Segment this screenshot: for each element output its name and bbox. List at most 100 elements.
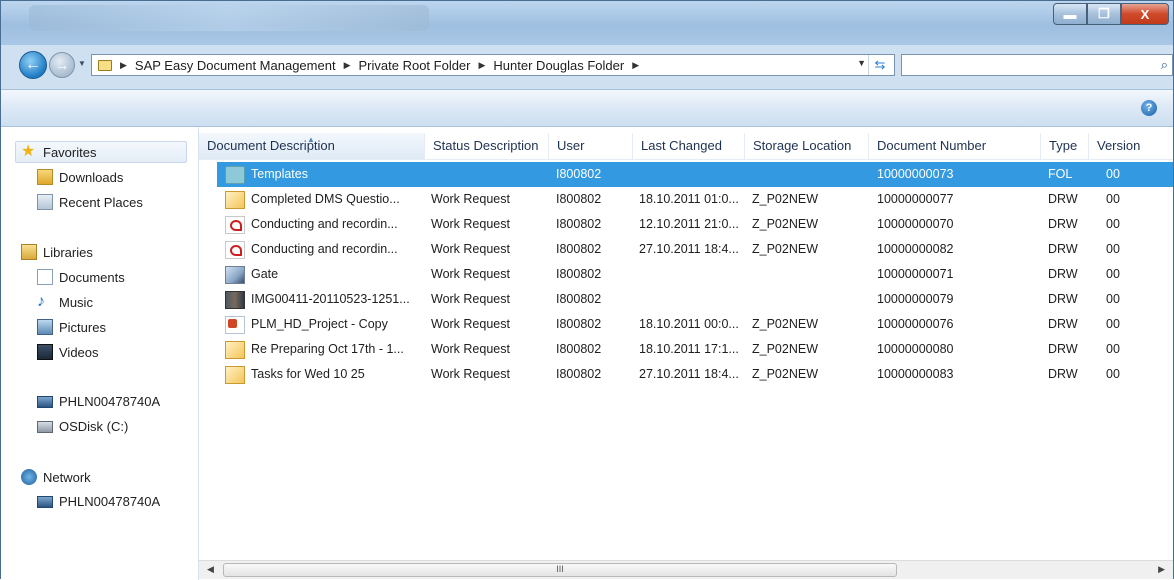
cell-status: Work Request: [431, 292, 510, 306]
cell-last-changed: [639, 287, 757, 312]
breadcrumb-item[interactable]: Private Root Folder: [359, 58, 471, 73]
sidebar-item-label: Network: [43, 469, 91, 485]
cell-storage-location: [752, 287, 872, 312]
address-bar[interactable]: ▶ SAP Easy Document Management ▶ Private…: [91, 54, 895, 76]
cell-last-changed: [639, 262, 757, 287]
sidebar-item-favorites[interactable]: ★ Favorites: [21, 144, 96, 160]
window-controls: ▬ ❐ X: [1053, 3, 1169, 25]
sidebar-item-videos[interactable]: Videos: [37, 344, 99, 360]
file-list: ▲ Document Description Status Description…: [199, 127, 1173, 580]
cell-type: DRW: [1048, 192, 1078, 206]
close-button[interactable]: X: [1121, 3, 1169, 25]
chevron-right-icon[interactable]: ▶: [632, 60, 639, 71]
recent-pages-dropdown[interactable]: ▼: [78, 59, 88, 69]
table-row[interactable]: Conducting and recordin... Work Request I8…: [217, 237, 1173, 262]
cell-user: I800802: [556, 267, 602, 281]
table-row[interactable]: Gate Work Request I800802 10000000071 DRW 00: [217, 262, 1173, 287]
cell-type: FOL: [1048, 167, 1073, 181]
minimize-button[interactable]: ▬: [1053, 3, 1087, 25]
window-title-area: [29, 5, 429, 31]
horizontal-scrollbar[interactable]: ◀ III ▶: [199, 560, 1173, 579]
sidebar-item-label: Pictures: [59, 319, 106, 335]
scroll-right-icon[interactable]: ▶: [1158, 564, 1165, 575]
address-dropdown-icon[interactable]: ▼: [857, 58, 866, 68]
computer-icon: [37, 395, 53, 408]
column-header-description[interactable]: ▲ Document Description: [199, 133, 425, 159]
table-row[interactable]: Templates I800802 10000000073 FOL 00: [217, 162, 1173, 187]
sidebar-item-pictures[interactable]: Pictures: [37, 319, 106, 335]
back-button[interactable]: ←: [19, 51, 47, 79]
computer-icon: [37, 495, 53, 508]
sidebar-item-network[interactable]: Network: [21, 469, 91, 485]
cell-last-changed: 27.10.2011 18:4...: [639, 367, 739, 381]
pdf-icon: [225, 241, 245, 259]
folder-icon: [225, 166, 245, 184]
sidebar-item-computer[interactable]: PHLN00478740A: [37, 394, 160, 409]
command-bar: ?: [1, 89, 1173, 127]
sidebar-item-recent-places[interactable]: Recent Places: [37, 194, 143, 210]
search-icon[interactable]: ⌕: [1161, 57, 1168, 73]
cell-last-changed: 18.10.2011 01:0...: [639, 192, 739, 206]
table-row[interactable]: Completed DMS Questio... Work Request I800…: [217, 187, 1173, 212]
column-header-version[interactable]: Version: [1089, 133, 1173, 159]
cell-status: Work Request: [431, 242, 510, 256]
scrollbar-thumb[interactable]: III: [223, 563, 897, 577]
column-header-status[interactable]: Status Description: [425, 133, 549, 159]
cell-version: 00: [1106, 167, 1120, 181]
breadcrumb-item[interactable]: SAP Easy Document Management: [135, 58, 336, 73]
cell-document-number: 10000000071: [877, 267, 954, 281]
sidebar-item-label: PHLN00478740A: [59, 394, 161, 409]
cell-status: Work Request: [431, 367, 510, 381]
sidebar-item-downloads[interactable]: Downloads: [37, 169, 123, 185]
cell-version: 00: [1106, 342, 1120, 356]
cell-description: PLM_HD_Project - Copy: [251, 317, 388, 331]
help-icon[interactable]: ?: [1141, 100, 1157, 116]
chevron-right-icon[interactable]: ▶: [120, 60, 127, 71]
cell-description: Completed DMS Questio...: [251, 192, 400, 206]
column-header-type[interactable]: Type: [1041, 133, 1089, 159]
music-icon: ♪: [37, 293, 45, 310]
table-row[interactable]: Tasks for Wed 10 25 Work Request I800802 27…: [217, 362, 1173, 387]
mail-icon: [225, 191, 245, 209]
cell-status: Work Request: [431, 267, 510, 281]
sidebar-item-documents[interactable]: Documents: [37, 269, 125, 285]
cell-type: DRW: [1048, 242, 1078, 256]
cell-last-changed: 18.10.2011 00:0...: [639, 317, 739, 331]
table-row[interactable]: IMG00411-20110523-1251... Work Request I80…: [217, 287, 1173, 312]
powerpoint-icon: [225, 316, 245, 334]
cell-document-number: 10000000083: [877, 367, 954, 381]
network-icon: [21, 469, 37, 485]
recent-places-icon: [37, 194, 53, 210]
chevron-right-icon[interactable]: ▶: [344, 60, 351, 71]
forward-button[interactable]: →: [49, 52, 75, 78]
table-row[interactable]: Conducting and recordin... Work Request I8…: [217, 212, 1173, 237]
column-header-last-changed[interactable]: Last Changed: [633, 133, 745, 159]
cell-version: 00: [1106, 292, 1120, 306]
sidebar-item-libraries[interactable]: Libraries: [21, 244, 93, 260]
search-input[interactable]: ⌕: [901, 54, 1173, 76]
cell-version: 00: [1106, 267, 1120, 281]
maximize-button[interactable]: ❐: [1087, 3, 1121, 25]
sidebar-item-network-computer[interactable]: PHLN00478740A: [37, 494, 160, 509]
cell-storage-location: Z_P02NEW: [752, 242, 818, 256]
column-header-user[interactable]: User: [549, 133, 633, 159]
star-icon: ★: [21, 143, 36, 160]
cell-storage-location: Z_P02NEW: [752, 367, 818, 381]
column-header-document-number[interactable]: Document Number: [869, 133, 1041, 159]
table-row[interactable]: Re Preparing Oct 17th - 1... Work Request…: [217, 337, 1173, 362]
breadcrumb-item[interactable]: Hunter Douglas Folder: [493, 58, 624, 73]
refresh-icon[interactable]: ⇆: [868, 55, 891, 75]
sidebar-item-osdisk[interactable]: OSDisk (C:): [37, 419, 128, 434]
sidebar-item-music[interactable]: ♪ Music: [37, 294, 93, 310]
pictures-icon: [37, 319, 53, 335]
column-header-storage-location[interactable]: Storage Location: [745, 133, 869, 159]
cell-last-changed: [639, 162, 757, 187]
chevron-right-icon[interactable]: ▶: [479, 60, 486, 71]
cell-type: DRW: [1048, 217, 1078, 231]
cell-type: DRW: [1048, 267, 1078, 281]
cell-description: Templates: [251, 167, 308, 181]
table-row[interactable]: PLM_HD_Project - Copy Work Request I800802…: [217, 312, 1173, 337]
scroll-left-icon[interactable]: ◀: [207, 564, 214, 575]
documents-icon: [37, 269, 53, 285]
cell-user: I800802: [556, 217, 602, 231]
